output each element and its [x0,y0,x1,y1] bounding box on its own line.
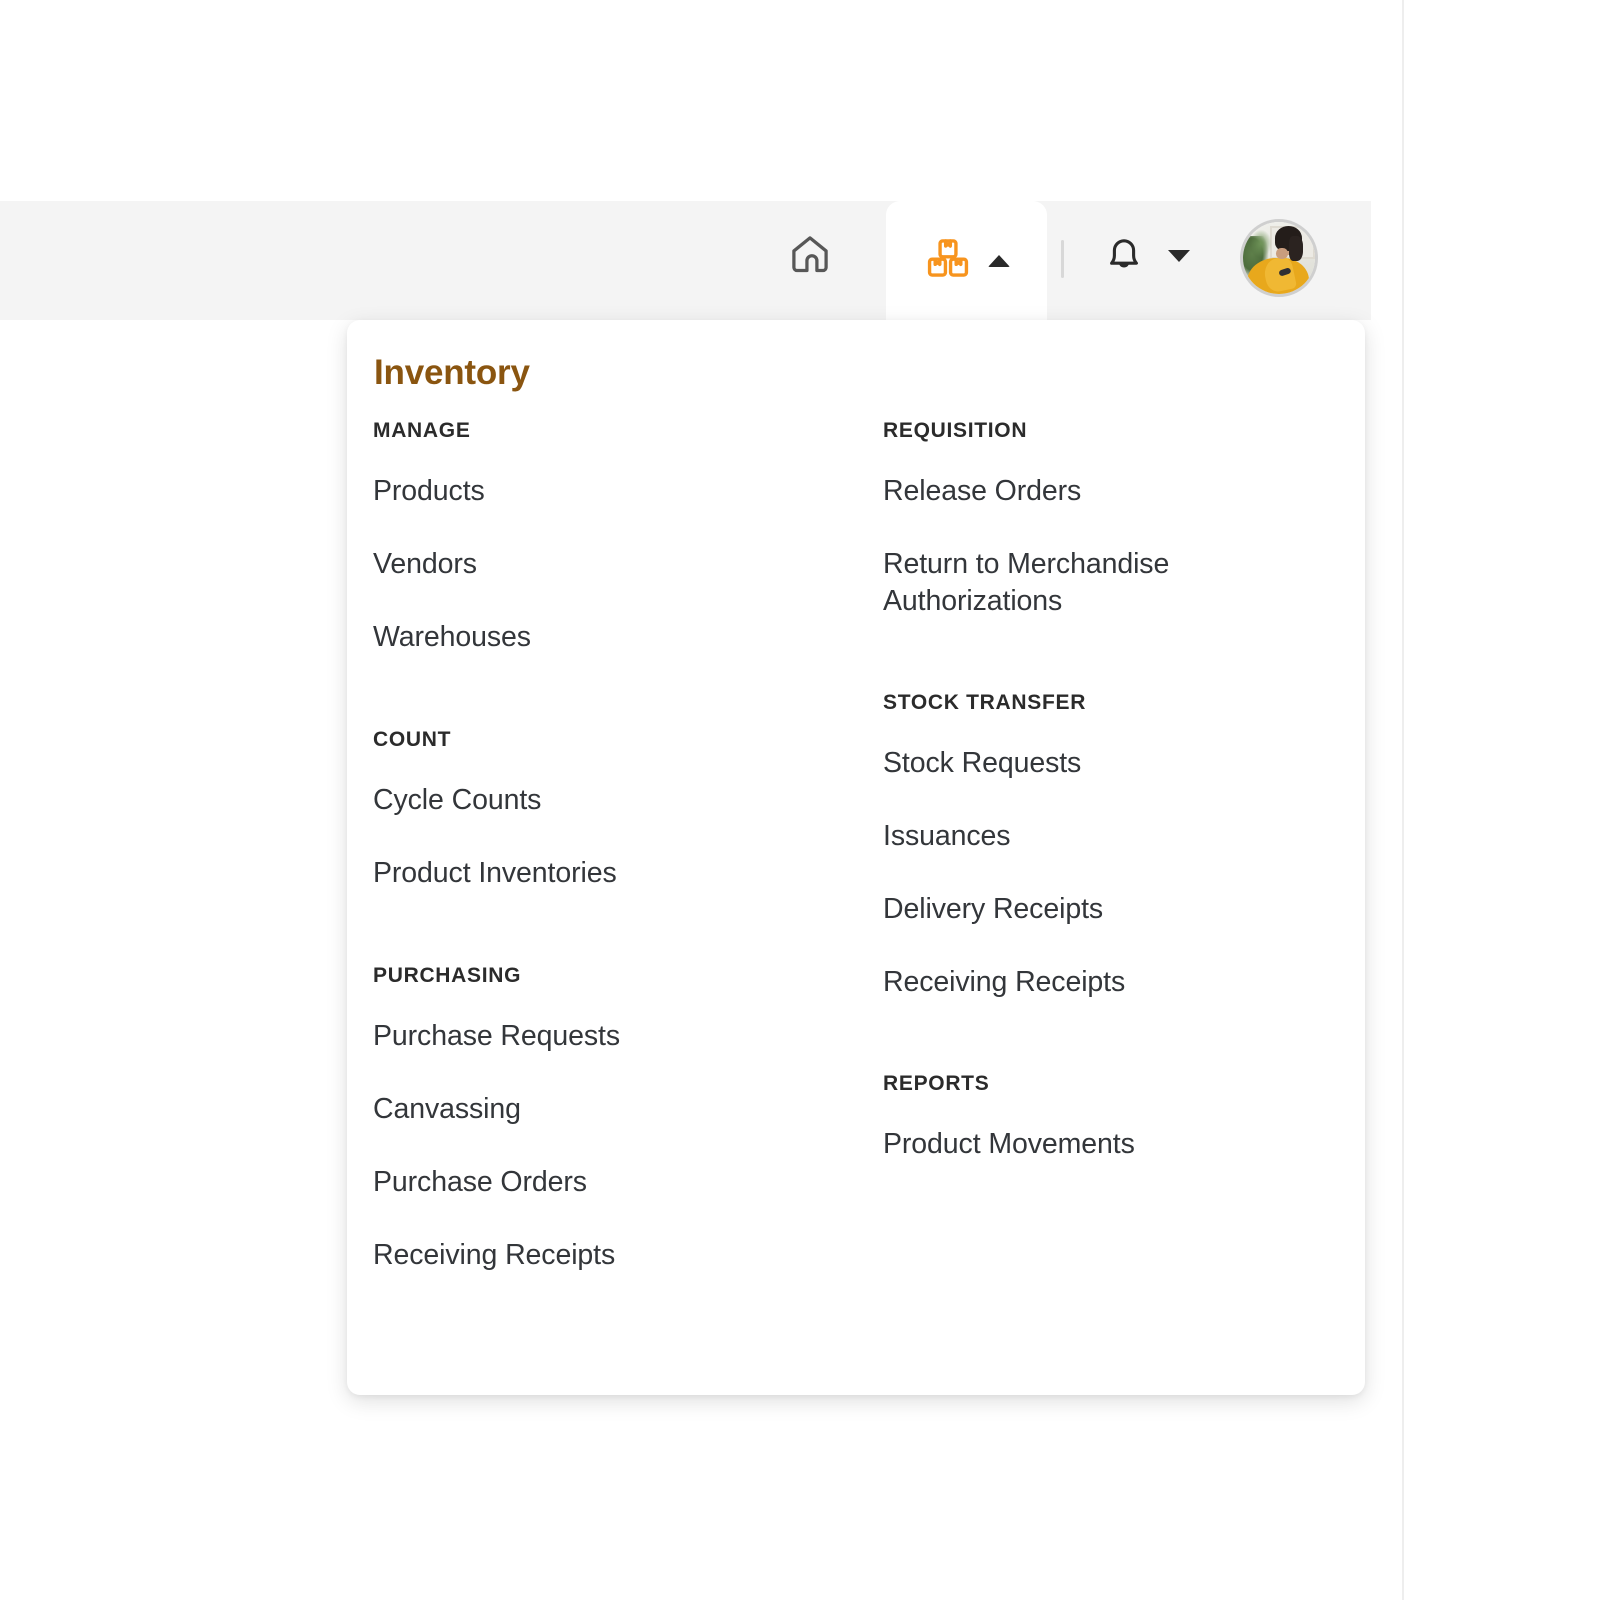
avatar-hand [1276,247,1288,260]
group-items-count: Cycle Counts Product Inventories [373,782,853,892]
group-items-stock-transfer: Stock Requests Issuances Delivery Receip… [883,745,1365,1001]
menu-title: Inventory [374,353,530,392]
group-items-requisition: Release Orders Return to Merchandise Aut… [883,473,1365,620]
group-items-manage: Products Vendors Warehouses [373,473,853,656]
menu-item-purchase-orders[interactable]: Purchase Orders [373,1164,853,1201]
tab-inventory[interactable] [886,201,1047,321]
home-button[interactable] [782,228,838,284]
group-heading-purchasing: PURCHASING [373,964,522,988]
home-icon [787,231,833,282]
group-heading-count: COUNT [373,728,452,752]
menu-group-count: COUNT Cycle Counts Product Inventories [373,729,853,892]
group-items-purchasing: Purchase Requests Canvassing Purchase Or… [373,1018,853,1274]
menu-item-canvassing[interactable]: Canvassing [373,1091,853,1128]
group-items-reports: Product Movements [883,1126,1365,1163]
notifications-button[interactable] [1100,228,1190,284]
inventory-dropdown-panel: Inventory MANAGE Products Vendors Wareho… [347,320,1365,1395]
menu-item-product-inventories[interactable]: Product Inventories [373,855,853,892]
app-frame: Inventory MANAGE Products Vendors Wareho… [0,0,1404,1600]
menu-item-warehouses[interactable]: Warehouses [373,619,853,656]
avatar[interactable] [1243,222,1315,294]
menu-item-release-orders[interactable]: Release Orders [883,473,1365,510]
group-heading-manage: MANAGE [373,419,471,442]
menu-item-vendors[interactable]: Vendors [373,546,853,583]
avatar-hair-back [1289,236,1304,261]
menu-item-issuances[interactable]: Issuances [883,818,1365,855]
menu-item-return-to-merchandise-authorizations[interactable]: Return to Merchandise Authorizations [883,546,1223,620]
group-heading-requisition: REQUISITION [883,419,1028,442]
menu-columns: MANAGE Products Vendors Warehouses COUNT… [347,420,1365,1274]
menu-group-stock-transfer: STOCK TRANSFER Stock Requests Issuances … [883,692,1365,1001]
menu-item-cycle-counts[interactable]: Cycle Counts [373,782,853,819]
menu-group-manage: MANAGE Products Vendors Warehouses [373,420,853,656]
menu-column-left: MANAGE Products Vendors Warehouses COUNT… [347,420,853,1274]
menu-item-products[interactable]: Products [373,473,853,510]
topbar-divider [1061,240,1064,278]
menu-item-purchase-requests[interactable]: Purchase Requests [373,1018,853,1055]
bell-icon [1100,230,1148,283]
menu-group-reports: REPORTS Product Movements [883,1073,1365,1163]
menu-item-receiving-receipts-transfer[interactable]: Receiving Receipts [883,964,1365,1001]
caret-down-icon [1168,250,1190,262]
menu-column-right: REQUISITION Release Orders Return to Mer… [853,420,1365,1274]
menu-item-product-movements[interactable]: Product Movements [883,1126,1365,1163]
menu-group-requisition: REQUISITION Release Orders Return to Mer… [883,420,1365,620]
menu-item-stock-requests[interactable]: Stock Requests [883,745,1365,782]
menu-item-delivery-receipts[interactable]: Delivery Receipts [883,891,1365,928]
avatar-plant-upper [1250,229,1272,258]
menu-group-purchasing: PURCHASING Purchase Requests Canvassing … [373,965,853,1274]
group-heading-stock-transfer: STOCK TRANSFER [883,691,1087,715]
caret-up-icon [987,255,1010,267]
boxes-icon [920,231,976,292]
group-heading-reports: REPORTS [883,1072,990,1096]
menu-item-receiving-receipts[interactable]: Receiving Receipts [373,1237,853,1274]
